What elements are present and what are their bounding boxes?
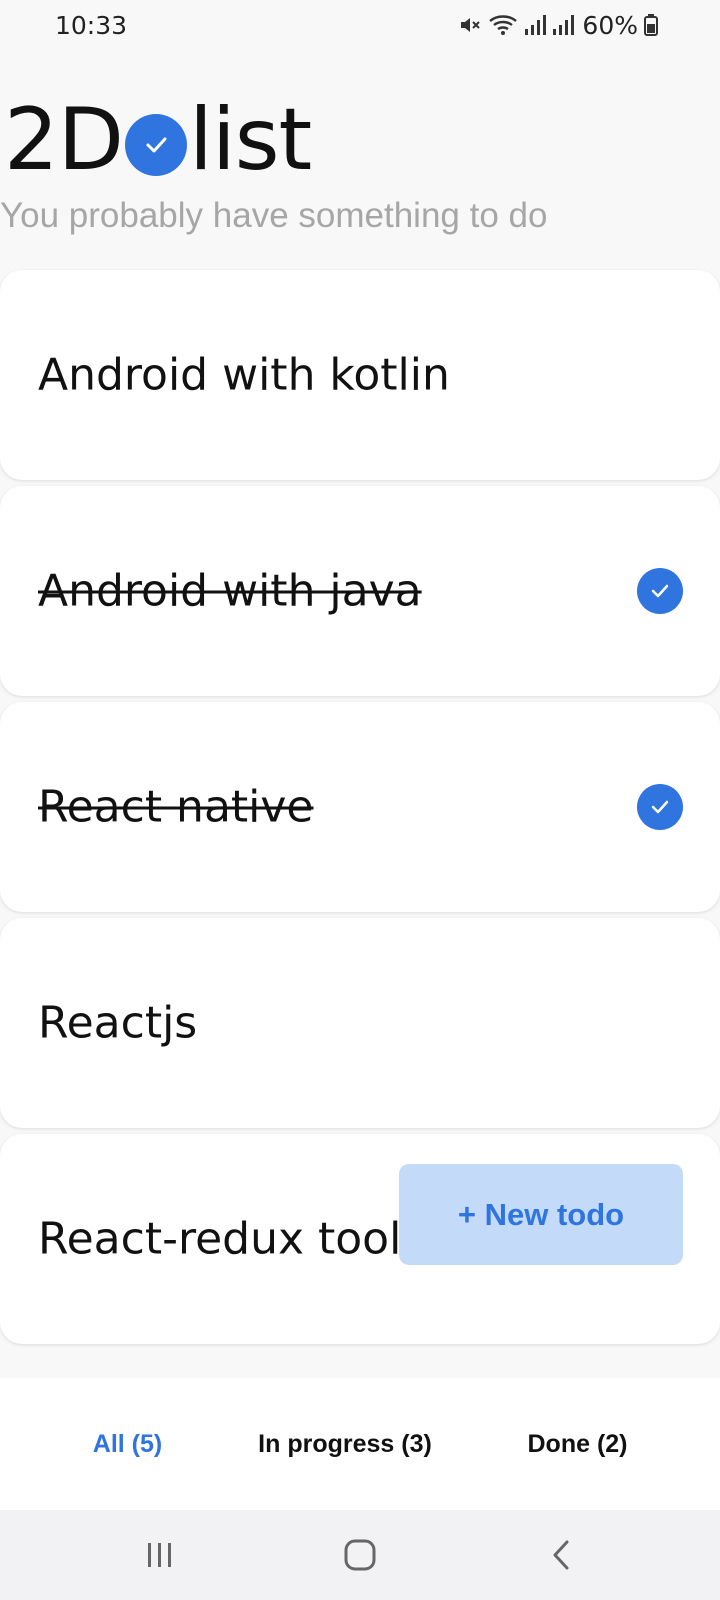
wifi-icon [488, 13, 518, 37]
battery-icon [644, 14, 658, 36]
done-check-icon[interactable] [637, 784, 683, 830]
signal-icon [524, 13, 547, 37]
todo-text: React-redux toolkit [38, 1213, 457, 1265]
todo-item[interactable]: Android with java [0, 486, 720, 696]
todo-item[interactable]: Reactjs [0, 918, 720, 1128]
tab-done[interactable]: Done (2) [500, 1378, 655, 1510]
todo-text: Reactjs [38, 997, 198, 1049]
status-time: 10:33 [55, 11, 128, 40]
home-icon[interactable] [320, 1510, 400, 1600]
todo-text: React native [38, 781, 314, 833]
back-icon[interactable] [522, 1510, 602, 1600]
todo-text: Android with kotlin [38, 349, 450, 401]
filter-tab-bar: All (5) In progress (3) Done (2) [0, 1378, 720, 1510]
check-icon [124, 113, 187, 176]
tab-in-progress[interactable]: In progress (3) [240, 1378, 450, 1510]
todo-text: Android with java [38, 565, 422, 617]
recent-apps-icon[interactable] [120, 1510, 200, 1600]
tab-all[interactable]: All (5) [60, 1378, 195, 1510]
app-logo: 2D list [4, 89, 312, 190]
new-todo-button[interactable]: + New todo [399, 1164, 683, 1265]
status-icons: 60% [458, 10, 658, 40]
mute-icon [458, 13, 482, 37]
logo-text-right: list [188, 89, 312, 190]
todo-item[interactable]: React native [0, 702, 720, 912]
subtitle: You probably have something to do [0, 196, 548, 235]
signal-icon [552, 13, 575, 37]
todo-item[interactable]: Android with kotlin [0, 270, 720, 480]
done-check-icon[interactable] [637, 568, 683, 614]
logo-text-left: 2D [4, 89, 124, 190]
status-bar: 10:33 60% [0, 0, 720, 52]
system-nav-bar [0, 1510, 720, 1600]
battery-percent: 60% [582, 10, 638, 40]
